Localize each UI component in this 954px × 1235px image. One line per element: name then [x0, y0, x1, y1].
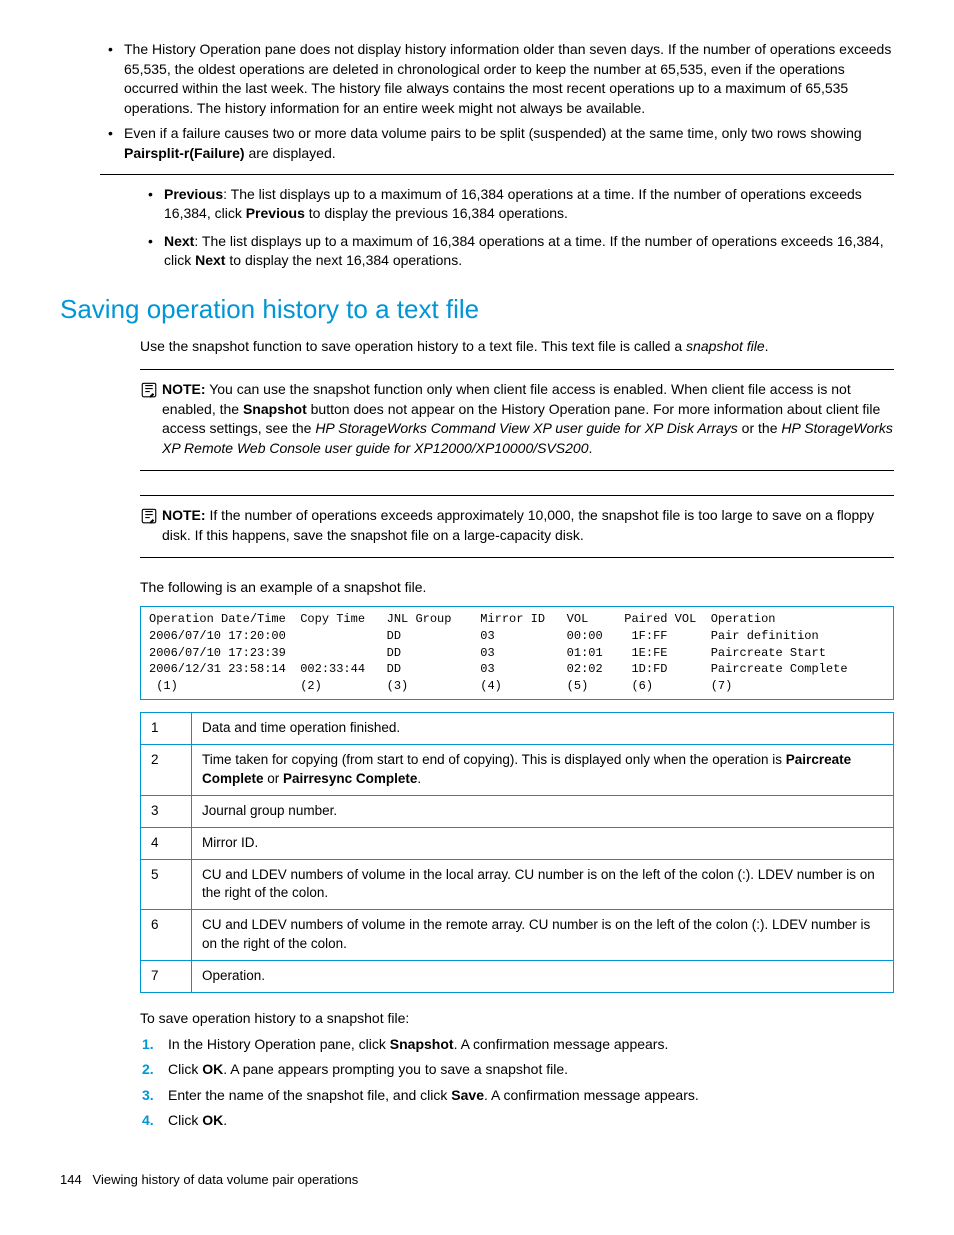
bullet-text-bold: Pairsplit-r(Failure): [124, 145, 245, 161]
note2-text: If the number of operations exceeds appr…: [162, 507, 874, 543]
step-item: 3.Enter the name of the snapshot file, a…: [140, 1086, 894, 1106]
legend-num: 7: [141, 961, 192, 993]
next-bullet: Next: The list displays up to a maximum …: [140, 232, 894, 271]
legend-row: 2Time taken for copying (from start to e…: [141, 744, 894, 795]
note-1: NOTE: You can use the snapshot function …: [140, 380, 894, 458]
intro-text-b: .: [765, 338, 769, 354]
divider: [100, 174, 894, 175]
bullet-text-suffix: are displayed.: [245, 145, 336, 161]
steps-lead: To save operation history to a snapshot …: [140, 1009, 894, 1029]
next-label: Next: [164, 233, 194, 249]
divider: [140, 470, 894, 471]
snapshot-example: Operation Date/Time Copy Time JNL Group …: [140, 606, 894, 700]
top-bullet-1: The History Operation pane does not disp…: [100, 40, 894, 118]
next-bold: Next: [195, 252, 225, 268]
bullet-text-prefix: Even if a failure causes two or more dat…: [124, 125, 862, 141]
divider: [140, 557, 894, 558]
note-label: NOTE:: [162, 507, 206, 523]
steps-list: 1.In the History Operation pane, click S…: [140, 1035, 894, 1131]
step-number: 2.: [142, 1060, 154, 1080]
note1-bold1: Snapshot: [243, 401, 307, 417]
note1-text-d: .: [589, 440, 593, 456]
legend-num: 3: [141, 795, 192, 827]
step-number: 1.: [142, 1035, 154, 1055]
step-number: 3.: [142, 1086, 154, 1106]
top-bullet-block: The History Operation pane does not disp…: [100, 40, 894, 175]
step-item: 2.Click OK. A pane appears prompting you…: [140, 1060, 894, 1080]
intro-block: Use the snapshot function to save operat…: [140, 337, 894, 1131]
legend-text: CU and LDEV numbers of volume in the rem…: [192, 910, 894, 961]
legend-row: 6CU and LDEV numbers of volume in the re…: [141, 910, 894, 961]
divider: [140, 369, 894, 370]
legend-text: Data and time operation finished.: [192, 713, 894, 745]
prev-next-block: Previous: The list displays up to a maxi…: [140, 185, 894, 271]
previous-label: Previous: [164, 186, 223, 202]
bullet-text: The History Operation pane does not disp…: [124, 41, 891, 116]
previous-bold: Previous: [246, 205, 305, 221]
legend-row: 4Mirror ID.: [141, 827, 894, 859]
intro-italic: snapshot file: [686, 338, 765, 354]
intro-text-a: Use the snapshot function to save operat…: [140, 338, 686, 354]
legend-text: Journal group number.: [192, 795, 894, 827]
legend-num: 1: [141, 713, 192, 745]
example-lead: The following is an example of a snapsho…: [140, 578, 894, 598]
step-number: 4.: [142, 1111, 154, 1131]
step-item: 4.Click OK.: [140, 1111, 894, 1131]
step-item: 1.In the History Operation pane, click S…: [140, 1035, 894, 1055]
divider: [140, 495, 894, 496]
legend-num: 2: [141, 744, 192, 795]
note-icon: [140, 507, 158, 525]
legend-row: 5CU and LDEV numbers of volume in the lo…: [141, 859, 894, 910]
legend-text: CU and LDEV numbers of volume in the loc…: [192, 859, 894, 910]
previous-text-b: to display the previous 16,384 operation…: [305, 205, 568, 221]
top-bullet-2: Even if a failure causes two or more dat…: [100, 124, 894, 163]
page-number: 144: [60, 1172, 82, 1187]
note1-text-c: or the: [738, 420, 782, 436]
legend-table: 1Data and time operation finished.2Time …: [140, 712, 894, 993]
note-2: NOTE: If the number of operations exceed…: [140, 506, 894, 545]
footer-title: Viewing history of data volume pair oper…: [93, 1172, 359, 1187]
legend-text: Operation.: [192, 961, 894, 993]
legend-text: Mirror ID.: [192, 827, 894, 859]
note1-italic1: HP StorageWorks Command View XP user gui…: [315, 420, 737, 436]
legend-row: 3Journal group number.: [141, 795, 894, 827]
legend-text: Time taken for copying (from start to en…: [192, 744, 894, 795]
next-text-b: to display the next 16,384 operations.: [225, 252, 462, 268]
note-label: NOTE:: [162, 381, 206, 397]
legend-num: 6: [141, 910, 192, 961]
legend-num: 5: [141, 859, 192, 910]
note-icon: [140, 381, 158, 399]
legend-row: 7Operation.: [141, 961, 894, 993]
legend-num: 4: [141, 827, 192, 859]
section-title: Saving operation history to a text file: [60, 291, 894, 327]
legend-row: 1Data and time operation finished.: [141, 713, 894, 745]
previous-bullet: Previous: The list displays up to a maxi…: [140, 185, 894, 224]
page-footer: 144 Viewing history of data volume pair …: [60, 1171, 894, 1189]
